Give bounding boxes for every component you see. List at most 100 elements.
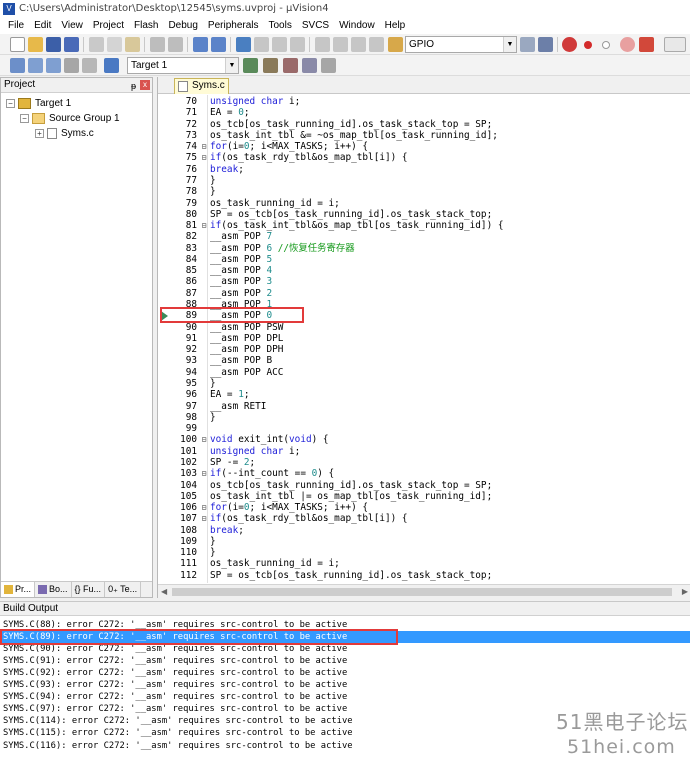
code-line[interactable]: 96 EA = 1; (158, 389, 690, 400)
fold-toggle-icon[interactable] (200, 265, 208, 276)
bookmark-icon[interactable] (236, 37, 251, 52)
code-line[interactable]: 107 ⊟ if(os_task_rdy_tbl&os_map_tbl[i]) { (158, 513, 690, 524)
code-line[interactable]: 109} (158, 536, 690, 547)
code-line[interactable]: 84 __asm POP 5 (158, 254, 690, 265)
save-icon[interactable] (46, 37, 61, 52)
build-output-line[interactable]: SYMS.C(116): error C272: '__asm' require… (3, 740, 353, 752)
scroll-right-icon[interactable]: ▶ (682, 587, 688, 596)
close-icon[interactable]: x (140, 80, 150, 90)
cut-icon[interactable] (89, 37, 104, 52)
paste-icon[interactable] (125, 37, 140, 52)
fold-toggle-icon[interactable] (200, 231, 208, 242)
kill-breakpoints-icon[interactable] (639, 37, 654, 52)
unindent-icon[interactable] (333, 37, 348, 52)
translate-icon[interactable] (10, 58, 25, 73)
code-area[interactable]: 70 unsigned char i; 71 EA = 0; 72 os_tcb[os_t… (158, 95, 690, 583)
clear-bookmarks-icon[interactable] (290, 37, 305, 52)
fold-toggle-icon[interactable] (200, 525, 208, 536)
manage-project-icon[interactable] (302, 58, 317, 73)
code-line[interactable]: 92 __asm POP DPH (158, 344, 690, 355)
code-line[interactable]: 95} (158, 378, 690, 389)
build-output-line[interactable]: SYMS.C(114): error C272: '__asm' require… (3, 715, 353, 727)
fold-toggle-icon[interactable]: ⊟ (200, 513, 208, 524)
code-line[interactable]: 98} (158, 412, 690, 423)
fold-toggle-icon[interactable] (200, 96, 208, 107)
breakpoint-icon[interactable] (584, 41, 592, 49)
code-line[interactable]: 94 __asm POP ACC (158, 367, 690, 378)
fold-toggle-icon[interactable] (200, 175, 208, 186)
tab-templates[interactable]: 0₊ Te... (105, 582, 142, 597)
incremental-find-icon[interactable] (538, 37, 553, 52)
code-line[interactable]: 87 __asm POP 2 (158, 288, 690, 299)
build-output-line[interactable]: SYMS.C(92): error C272: '__asm' requires… (3, 667, 347, 679)
fold-toggle-icon[interactable] (200, 107, 208, 118)
fold-toggle-icon[interactable] (200, 457, 208, 468)
code-line[interactable]: 101 unsigned char i; (158, 446, 690, 457)
code-line[interactable]: 104 os_tcb[os_task_running_id].os_task_st… (158, 480, 690, 491)
fold-toggle-icon[interactable]: ⊟ (200, 468, 208, 479)
menu-item-tools[interactable]: Tools (264, 20, 297, 31)
fold-toggle-icon[interactable] (200, 401, 208, 412)
menu-item-window[interactable]: Window (334, 20, 380, 31)
code-line[interactable]: 100 ⊟ void exit_int(void) { (158, 434, 690, 445)
code-line[interactable]: 105 os_task_int_tbl |= os_map_tbl[os_task… (158, 491, 690, 502)
fold-toggle-icon[interactable] (200, 333, 208, 344)
batch-build-icon[interactable] (64, 58, 79, 73)
code-line[interactable]: 70 unsigned char i; (158, 96, 690, 107)
code-line[interactable]: 86 __asm POP 3 (158, 276, 690, 287)
fold-toggle-icon[interactable] (200, 355, 208, 366)
fold-toggle-icon[interactable] (200, 480, 208, 491)
menu-item-svcs[interactable]: SVCS (297, 20, 334, 31)
code-line[interactable]: 81 ⊟ if(os_task_int_tbl&os_map_tbl[os_task… (158, 220, 690, 231)
find-in-files-icon[interactable] (388, 37, 403, 52)
menu-item-help[interactable]: Help (380, 20, 411, 31)
code-line[interactable]: 78} (158, 186, 690, 197)
target-options-icon[interactable] (243, 58, 258, 73)
code-line[interactable]: 80 SP = os_tcb[os_task_running_id].os_tas… (158, 209, 690, 220)
menu-item-peripherals[interactable]: Peripherals (203, 20, 264, 31)
tab-project[interactable]: Pr... (1, 582, 36, 597)
fold-toggle-icon[interactable] (200, 119, 208, 130)
pin-icon[interactable]: ᵽ (131, 79, 136, 93)
code-line[interactable]: 72 os_tcb[os_task_running_id].os_task_sta… (158, 119, 690, 130)
menu-item-file[interactable]: File (3, 20, 29, 31)
select-packs-icon[interactable] (321, 58, 336, 73)
chevron-down-icon[interactable]: ▼ (225, 58, 238, 73)
fold-toggle-icon[interactable] (200, 389, 208, 400)
code-line[interactable]: 111 os_task_running_id = i; (158, 558, 690, 569)
fold-toggle-icon[interactable] (200, 367, 208, 378)
fold-toggle-icon[interactable] (200, 570, 208, 581)
code-line[interactable]: 108 break; (158, 525, 690, 536)
build-output-line[interactable]: SYMS.C(97): error C272: '__asm' requires… (3, 703, 347, 715)
fold-toggle-icon[interactable]: ⊟ (200, 220, 208, 231)
debug-session-icon[interactable] (562, 37, 577, 52)
download-icon[interactable] (104, 58, 119, 73)
navigate-forward-icon[interactable] (211, 37, 226, 52)
menu-item-flash[interactable]: Flash (129, 20, 163, 31)
fold-toggle-icon[interactable] (200, 254, 208, 265)
target-combo[interactable]: Target 1 ▼ (127, 57, 239, 74)
horizontal-scrollbar[interactable]: ◀ ▶ (158, 584, 690, 598)
prev-bookmark-icon[interactable] (254, 37, 269, 52)
window-layout-icon[interactable] (664, 37, 686, 52)
menu-item-view[interactable]: View (56, 20, 88, 31)
stop-build-icon[interactable] (82, 58, 97, 73)
code-line[interactable]: 103 ⊟ if(--int_count == 0) { (158, 468, 690, 479)
collapse-icon[interactable]: − (20, 113, 29, 123)
fold-toggle-icon[interactable] (200, 130, 208, 141)
uncomment-icon[interactable] (369, 37, 384, 52)
undo-icon[interactable] (150, 37, 165, 52)
fold-toggle-icon[interactable] (200, 547, 208, 558)
fold-toggle-icon[interactable] (200, 446, 208, 457)
code-line[interactable]: 77} (158, 175, 690, 186)
fold-toggle-icon[interactable]: ⊟ (200, 152, 208, 163)
tree-item-source-group[interactable]: − Source Group 1 (20, 111, 120, 125)
scrollbar-thumb[interactable] (172, 588, 672, 596)
code-line[interactable]: 97 __asm RETI (158, 401, 690, 412)
indent-icon[interactable] (315, 37, 330, 52)
menu-item-project[interactable]: Project (88, 20, 129, 31)
code-line[interactable]: 91 __asm POP DPL (158, 333, 690, 344)
code-line[interactable]: 99 (158, 423, 690, 434)
fold-toggle-icon[interactable] (200, 558, 208, 569)
fold-toggle-icon[interactable] (200, 164, 208, 175)
